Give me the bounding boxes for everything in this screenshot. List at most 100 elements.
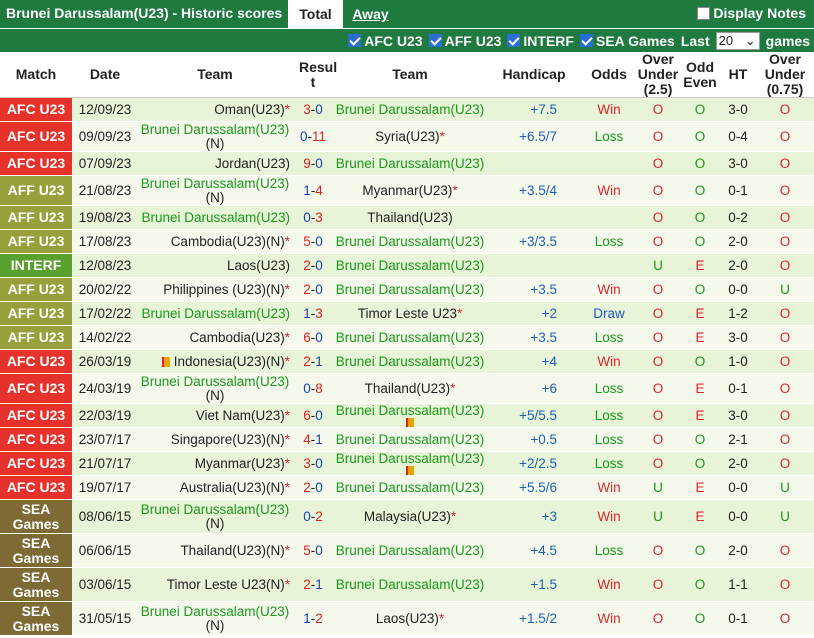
league-badge[interactable]: AFF U23 [0,325,72,350]
match-result[interactable]: 2-1 [292,567,334,602]
home-team[interactable]: Oman(U23)* [138,97,292,122]
match-result[interactable]: 6-0 [292,325,334,350]
league-badge[interactable]: AFC U23 [0,451,72,476]
match-result[interactable]: 2-1 [292,349,334,374]
filter-aff-u23[interactable]: AFF U23 [428,33,501,49]
filter-afc-u23[interactable]: AFC U23 [348,33,423,49]
filter-sea-games[interactable]: SEA Games [579,33,675,49]
home-team[interactable]: Australia(U23)(N)* [138,475,292,500]
match-result[interactable]: 0-3 [292,205,334,230]
tab-away[interactable]: Away [343,0,398,28]
odds-result: Loss [582,121,636,152]
home-team[interactable]: Thailand(U23)(N)* [138,533,292,568]
league-badge[interactable]: AFC U23 [0,427,72,452]
match-result[interactable]: 5-0 [292,229,334,254]
match-result[interactable]: 1-3 [292,301,334,326]
away-team[interactable]: Thailand(U23) [334,205,486,230]
home-team[interactable]: Philippines (U23)(N)* [138,277,292,302]
home-team[interactable]: Singapore(U23)(N)* [138,427,292,452]
league-badge[interactable]: AFF U23 [0,229,72,254]
away-team[interactable]: Brunei Darussalam(U23) [334,567,486,602]
home-team[interactable]: Viet Nam(U23)* [138,403,292,428]
over-under-value: O [636,229,680,254]
match-result[interactable]: 2-0 [292,253,334,278]
over-under-ht-value: O [756,205,814,230]
last-games-select[interactable]: 20 ⌄ [715,31,760,50]
away-team[interactable]: Malaysia(U23)* [334,499,486,534]
league-badge[interactable]: AFC U23 [0,475,72,500]
away-team[interactable]: Brunei Darussalam(U23) [334,427,486,452]
league-badge[interactable]: AFF U23 [0,205,72,230]
home-team[interactable]: Myanmar(U23)* [138,451,292,476]
match-result[interactable]: 9-0 [292,151,334,176]
home-team[interactable]: Laos(U23) [138,253,292,278]
away-team[interactable]: Timor Leste U23* [334,301,486,326]
league-badge[interactable]: AFC U23 [0,151,72,176]
league-badge[interactable]: AFF U23 [0,277,72,302]
home-team[interactable]: Brunei Darussalam(U23) (N) [138,601,292,636]
league-badge[interactable]: AFC U23 [0,121,72,152]
match-result[interactable]: 4-1 [292,427,334,452]
home-team[interactable]: Indonesia(U23)(N)* [138,349,292,374]
match-date: 21/08/23 [72,175,138,206]
over-under-value: O [636,427,680,452]
home-team[interactable]: Cambodia(U23)* [138,325,292,350]
display-notes-checkbox[interactable] [697,6,711,20]
league-badge[interactable]: AFC U23 [0,403,72,428]
match-result[interactable]: 1-2 [292,601,334,636]
league-badge[interactable]: AFC U23 [0,97,72,122]
away-team[interactable]: Brunei Darussalam(U23) [334,451,486,476]
away-team[interactable]: Brunei Darussalam(U23) [334,151,486,176]
checkbox-icon[interactable] [579,34,593,47]
home-team[interactable]: Cambodia(U23)(N)* [138,229,292,254]
home-team[interactable]: Timor Leste U23(N)* [138,567,292,602]
match-result[interactable]: 0-8 [292,373,334,404]
away-team[interactable]: Brunei Darussalam(U23) [334,277,486,302]
league-badge[interactable]: SEA Games [0,499,72,534]
checkbox-icon[interactable] [348,34,362,47]
league-badge[interactable]: INTERF [0,253,72,278]
match-result[interactable]: 0-11 [292,121,334,152]
league-badge[interactable]: AFF U23 [0,301,72,326]
away-team[interactable]: Brunei Darussalam(U23) [334,349,486,374]
home-team[interactable]: Brunei Darussalam(U23) (N) [138,499,292,534]
match-result[interactable]: 0-2 [292,499,334,534]
match-result[interactable]: 3-0 [292,97,334,122]
league-badge[interactable]: AFF U23 [0,175,72,206]
league-badge[interactable]: SEA Games [0,533,72,568]
odds-result [582,151,636,176]
league-badge[interactable]: AFC U23 [0,349,72,374]
league-badge[interactable]: AFC U23 [0,373,72,404]
away-team[interactable]: Laos(U23)* [334,601,486,636]
match-result[interactable]: 1-4 [292,175,334,206]
home-team[interactable]: Brunei Darussalam(U23) (N) [138,175,292,206]
match-result[interactable]: 5-0 [292,533,334,568]
away-team[interactable]: Brunei Darussalam(U23) [334,533,486,568]
away-team[interactable]: Brunei Darussalam(U23) [334,403,486,428]
filter-interf[interactable]: INTERF [507,33,574,49]
match-result[interactable]: 6-0 [292,403,334,428]
league-badge[interactable]: SEA Games [0,567,72,602]
away-team[interactable]: Brunei Darussalam(U23) [334,325,486,350]
match-result[interactable]: 3-0 [292,451,334,476]
home-team[interactable]: Brunei Darussalam(U23) (N) [138,121,292,152]
away-team[interactable]: Brunei Darussalam(U23) [334,229,486,254]
home-team[interactable]: Brunei Darussalam(U23) [138,205,292,230]
away-team[interactable]: Syria(U23)* [334,121,486,152]
tab-total[interactable]: Total [288,0,343,28]
home-team[interactable]: Brunei Darussalam(U23) [138,301,292,326]
away-team[interactable]: Thailand(U23)* [334,373,486,404]
home-team[interactable]: Brunei Darussalam(U23) (N) [138,373,292,404]
away-team[interactable]: Brunei Darussalam(U23) [334,253,486,278]
checkbox-icon[interactable] [428,34,442,47]
match-result[interactable]: 2-0 [292,475,334,500]
league-badge[interactable]: SEA Games [0,601,72,636]
home-team[interactable]: Jordan(U23) [138,151,292,176]
away-team[interactable]: Brunei Darussalam(U23) [334,475,486,500]
display-notes-toggle[interactable]: Display Notes [697,5,806,21]
away-team[interactable]: Myanmar(U23)* [334,175,486,206]
odds-result: Win [582,97,636,122]
checkbox-icon[interactable] [507,34,521,47]
match-result[interactable]: 2-0 [292,277,334,302]
away-team[interactable]: Brunei Darussalam(U23) [334,97,486,122]
